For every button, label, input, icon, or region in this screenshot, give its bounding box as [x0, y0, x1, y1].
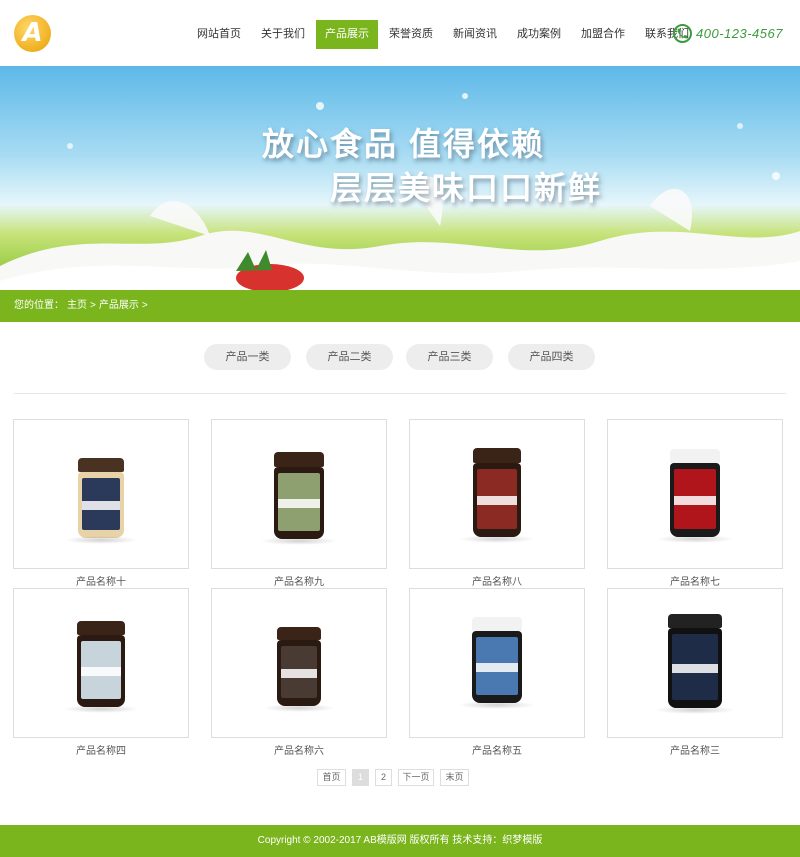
logo-letter: A [22, 17, 43, 48]
nav-item-products[interactable]: 产品展示 [316, 20, 378, 49]
honey-jar-image [63, 621, 139, 713]
product-image[interactable] [13, 419, 189, 569]
honey-jar-image [654, 614, 736, 714]
nav-item-news[interactable]: 新闻资讯 [444, 20, 506, 49]
honey-jar-image [459, 448, 535, 543]
breadcrumb-home-link[interactable]: 主页 [67, 300, 87, 311]
phone-number: 400-123-4567 [696, 26, 783, 41]
first-page-button[interactable]: 首页 [317, 769, 346, 786]
honey-jar-image [263, 627, 335, 712]
pagination: 首页 1 2 下一页 末页 [317, 769, 475, 786]
product-name[interactable]: 产品名称三 [607, 742, 783, 757]
honey-jar-image [260, 452, 338, 545]
page-1-button[interactable]: 1 [352, 769, 369, 786]
product-card[interactable]: 产品名称九 [211, 419, 387, 588]
site-logo[interactable]: A [14, 15, 51, 52]
category-tab-3[interactable]: 产品三类 [406, 344, 493, 370]
product-image[interactable] [607, 419, 783, 569]
product-card[interactable]: 产品名称四 [13, 588, 189, 757]
product-image[interactable] [409, 588, 585, 738]
product-name[interactable]: 产品名称九 [211, 573, 387, 588]
product-card[interactable]: 产品名称三 [607, 588, 783, 757]
next-page-button[interactable]: 下一页 [398, 769, 434, 786]
nav-item-franchise[interactable]: 加盟合作 [572, 20, 634, 49]
phone-contact: 400-123-4567 [673, 24, 783, 43]
nav-item-about[interactable]: 关于我们 [252, 20, 314, 49]
nav-item-cases[interactable]: 成功案例 [508, 20, 570, 49]
phone-icon [673, 24, 692, 43]
copyright-text: Copyright © 2002-2017 AB模版网 版权所有 技术支持：织梦… [257, 835, 543, 846]
product-image[interactable] [211, 588, 387, 738]
breadcrumb-separator: > [141, 300, 148, 311]
honey-jar-image [656, 449, 734, 543]
product-image[interactable] [211, 419, 387, 569]
nav-item-honors[interactable]: 荣誉资质 [380, 20, 442, 49]
breadcrumb-separator: > [90, 300, 96, 311]
product-name[interactable]: 产品名称七 [607, 573, 783, 588]
category-tab-1[interactable]: 产品一类 [204, 344, 291, 370]
honey-jar-image [64, 458, 138, 544]
product-card[interactable]: 产品名称八 [409, 419, 585, 588]
category-tab-2[interactable]: 产品二类 [306, 344, 393, 370]
category-tab-4[interactable]: 产品四类 [508, 344, 595, 370]
category-tabs: 产品一类 产品二类 产品三类 产品四类 [204, 344, 610, 370]
hero-banner: 放心食品 值得依赖 层层美味口口新鲜 [0, 66, 800, 290]
breadcrumb-prefix: 您的位置： [14, 300, 64, 311]
banner-headline: 放心食品 值得依赖 [262, 126, 545, 162]
product-name[interactable]: 产品名称四 [13, 742, 189, 757]
product-card[interactable]: 产品名称五 [409, 588, 585, 757]
product-image[interactable] [13, 588, 189, 738]
page: A 网站首页 关于我们 产品展示 荣誉资质 新闻资讯 成功案例 加盟合作 联系我… [0, 0, 800, 857]
breadcrumb: 您的位置： 主页 > 产品展示 > [0, 290, 800, 322]
nav-item-home[interactable]: 网站首页 [188, 20, 250, 49]
section-divider [14, 393, 786, 394]
product-name[interactable]: 产品名称五 [409, 742, 585, 757]
site-header: A 网站首页 关于我们 产品展示 荣誉资质 新闻资讯 成功案例 加盟合作 联系我… [0, 0, 800, 66]
product-card[interactable]: 产品名称七 [607, 419, 783, 588]
banner-subheadline: 层层美味口口新鲜 [330, 170, 603, 206]
honey-jar-image [458, 617, 536, 709]
page-2-button[interactable]: 2 [375, 769, 392, 786]
last-page-button[interactable]: 末页 [440, 769, 469, 786]
product-image[interactable] [409, 419, 585, 569]
site-footer: Copyright © 2002-2017 AB模版网 版权所有 技术支持：织梦… [0, 825, 800, 857]
product-card[interactable]: 产品名称十 [13, 419, 189, 588]
breadcrumb-current-link[interactable]: 产品展示 [99, 300, 139, 311]
product-name[interactable]: 产品名称八 [409, 573, 585, 588]
main-nav: 网站首页 关于我们 产品展示 荣誉资质 新闻资讯 成功案例 加盟合作 联系我们 [188, 20, 700, 49]
product-image[interactable] [607, 588, 783, 738]
product-name[interactable]: 产品名称十 [13, 573, 189, 588]
product-card[interactable]: 产品名称六 [211, 588, 387, 757]
product-name[interactable]: 产品名称六 [211, 742, 387, 757]
